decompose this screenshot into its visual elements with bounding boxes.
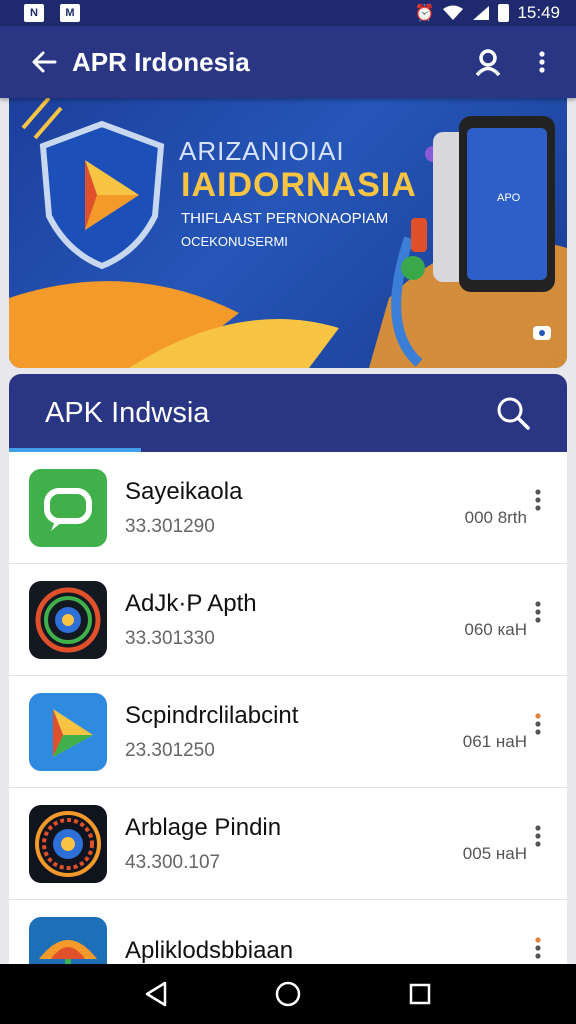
arrow-back-icon [32, 51, 57, 73]
item-menu-button[interactable] [523, 704, 553, 744]
search-icon [497, 397, 530, 430]
nav-home-button[interactable] [264, 970, 312, 1018]
item-menu-button[interactable] [523, 928, 553, 968]
battery-icon [498, 4, 510, 22]
share-button[interactable] [529, 322, 555, 346]
more-vert-icon [535, 489, 541, 511]
status-left: N M [24, 4, 80, 22]
app-list-item[interactable]: AdJk·P Apth 33.301330 060 каH [9, 564, 567, 676]
page-title: APR Irdonesia [72, 46, 250, 77]
square-recents-icon [409, 983, 431, 1005]
app-name: Arblage Pindin [125, 813, 282, 841]
app-size: 060 каH [464, 620, 527, 639]
apk-list-card: APK Indwsia Sayeikaola 33.301290 000 8rt… [9, 374, 567, 974]
notification-icon: M [60, 4, 80, 22]
item-menu-button[interactable] [523, 592, 553, 632]
alarm-icon: ⏰ [414, 5, 435, 22]
status-bar: N M ⏰ 15:49 [0, 0, 576, 26]
search-button[interactable] [493, 393, 533, 433]
more-vert-icon [535, 937, 541, 959]
more-vert-icon [539, 51, 545, 73]
more-vert-icon [535, 601, 541, 623]
app-name: Apliklodsbbiaan [125, 936, 294, 964]
list-header: APK Indwsia [9, 374, 567, 452]
item-menu-button[interactable] [523, 480, 553, 520]
arrow-app-icon [29, 692, 107, 771]
app-bar: APR Irdonesia [0, 26, 576, 98]
app-list-item[interactable]: Apliklodsbbiaan [9, 900, 567, 974]
app-name: AdJk·P Apth [125, 589, 257, 617]
banner-subtitle: OCEKONUSERMI [181, 234, 288, 249]
promo-banner[interactable]: ARIZANIOIAI IAIDORNASIA THIFLAAST PERNON… [9, 98, 567, 368]
item-menu-button[interactable] [523, 816, 553, 856]
circle-home-icon [275, 981, 301, 1007]
banner-title: ARIZANIOIAI [179, 136, 345, 166]
notification-icon: N [24, 4, 44, 22]
banner-headline: IAIDORNASIA [181, 166, 417, 204]
dial-app-icon [29, 580, 107, 659]
status-time: 15:49 [517, 3, 560, 22]
status-right: ⏰ 15:49 [415, 3, 560, 23]
phone-screen-label: APO [497, 192, 521, 204]
ring-app-icon [29, 804, 107, 883]
wifi-icon [443, 5, 464, 20]
app-name: Scpindrclilabcint [125, 701, 299, 729]
app-list-item[interactable]: Scpindrclilabcint 23.301250 061 наH [9, 676, 567, 788]
system-nav-bar [0, 964, 576, 1024]
person-icon [475, 49, 501, 76]
nav-back-button[interactable] [132, 970, 180, 1018]
banner-subtitle: THIFLAAST PERNONAOPIAM [181, 210, 389, 227]
chat-app-icon [29, 468, 107, 547]
back-button[interactable] [24, 42, 64, 82]
nav-recents-button[interactable] [396, 970, 444, 1018]
signal-icon [473, 6, 490, 20]
app-name: Sayeikaola [125, 477, 243, 505]
account-button[interactable] [468, 42, 508, 82]
app-size: 061 наH [462, 732, 527, 751]
chat-bubble-icon [533, 326, 551, 340]
app-size: 005 наH [462, 844, 527, 863]
app-list-item[interactable]: Sayeikaola 33.301290 000 8rth [9, 452, 567, 564]
more-vert-icon [535, 713, 541, 735]
app-size: 000 8rth [464, 508, 527, 527]
phone-illustration [433, 116, 555, 292]
triangle-back-icon [145, 981, 167, 1007]
list-title: APK Indwsia [45, 396, 210, 429]
app-list-item[interactable]: Arblage Pindin 43.300.107 005 наH [9, 788, 567, 900]
overflow-menu-button[interactable] [522, 42, 562, 82]
shield-logo-icon [39, 120, 165, 270]
more-vert-icon [535, 825, 541, 847]
